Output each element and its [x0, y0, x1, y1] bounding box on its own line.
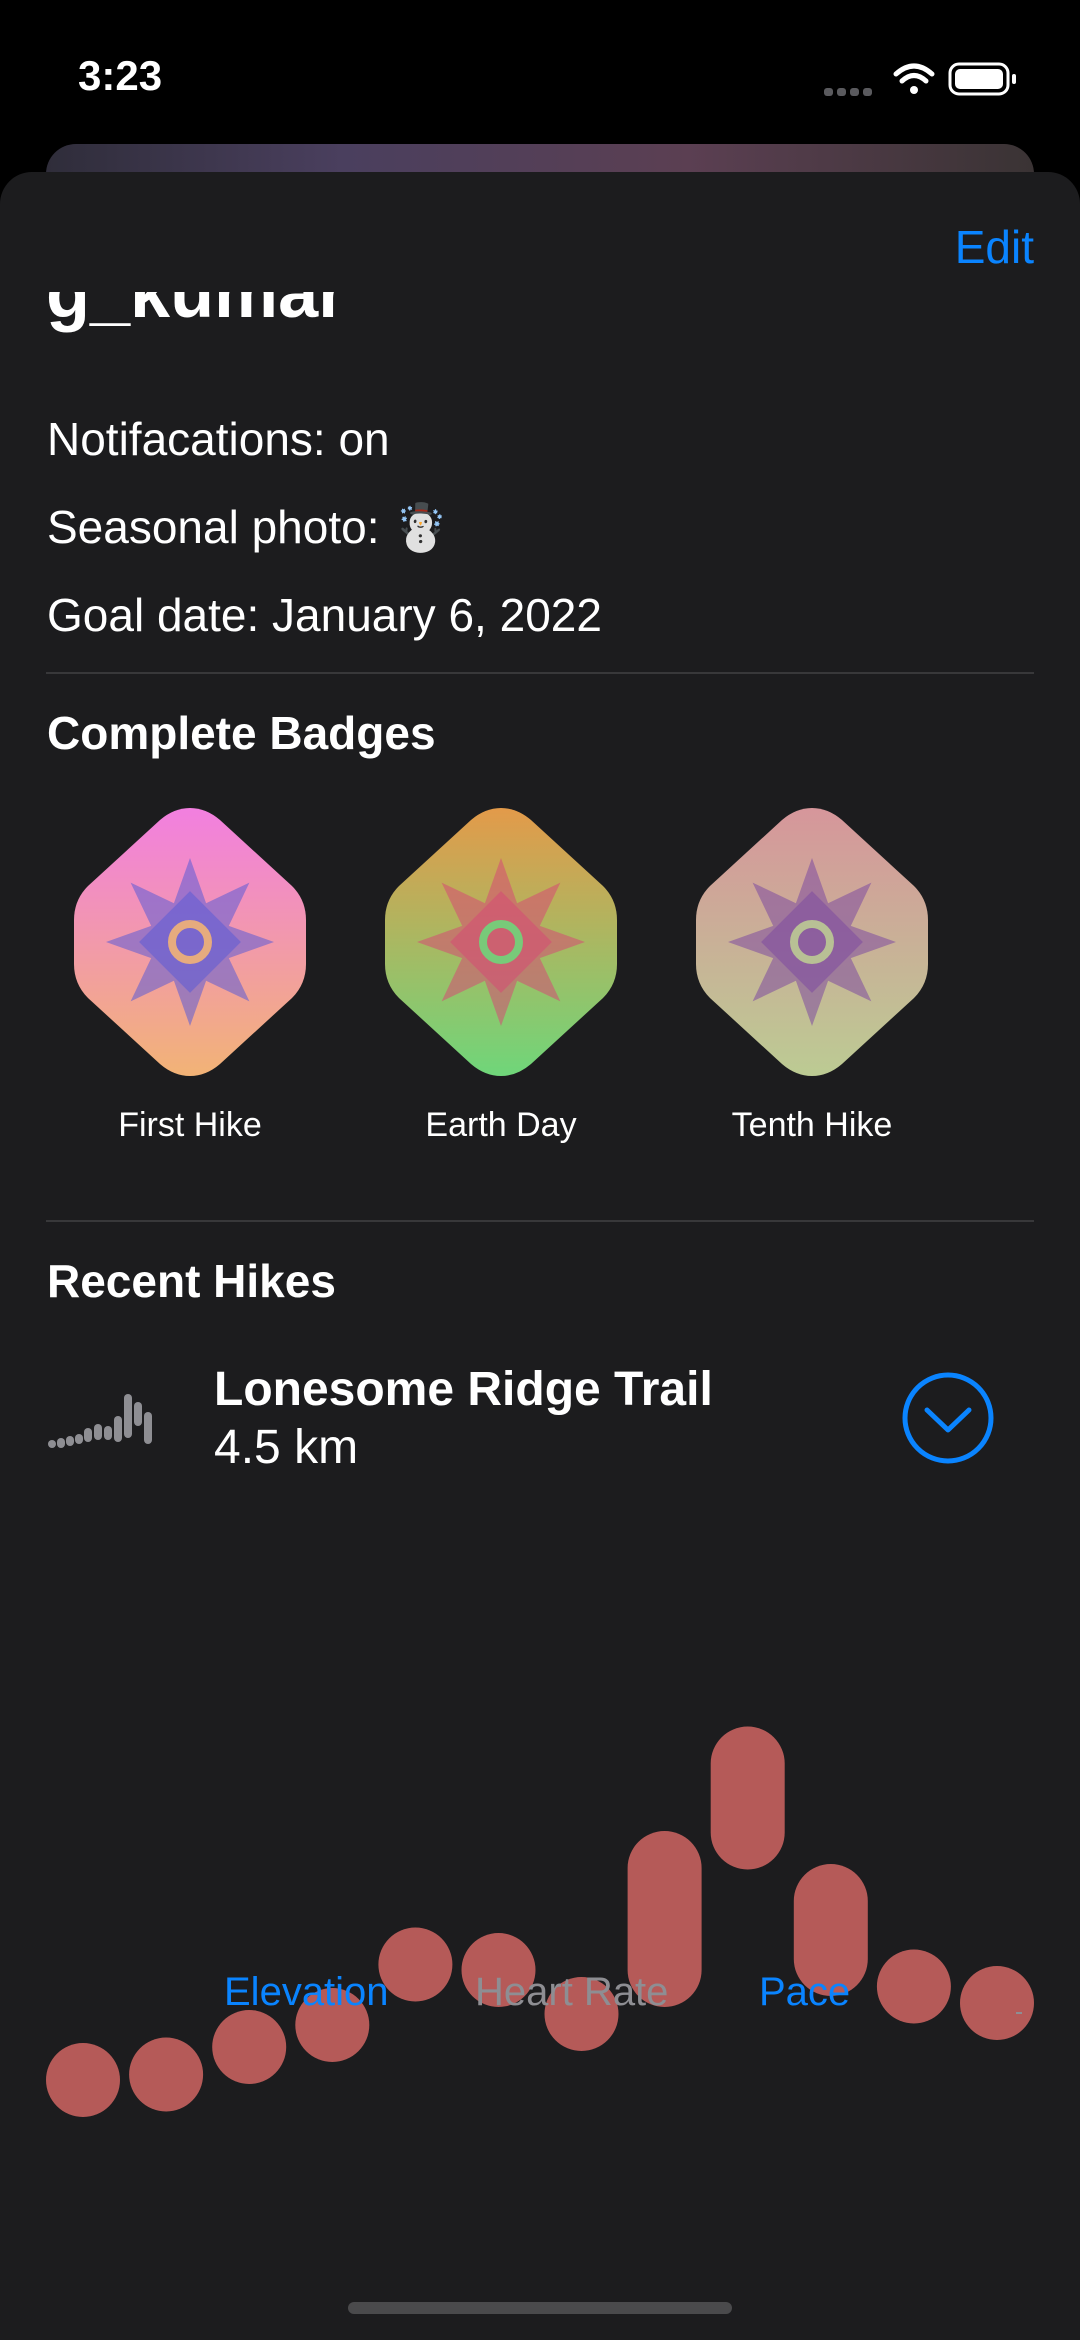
signal-icon [824, 88, 872, 96]
tab-elevation[interactable]: Elevation [224, 1970, 389, 2015]
divider [46, 672, 1034, 674]
hike-name: Lonesome Ridge Trail [214, 1363, 713, 1416]
username-text: g_kumar [46, 292, 347, 333]
badge-tenth-hike[interactable] [692, 804, 932, 1080]
hike-row[interactable]: Lonesome Ridge Trail 4.5 km [46, 1362, 1034, 1512]
badges-title: Complete Badges [47, 707, 436, 759]
badge-label-tenth-hike: Tenth Hike [731, 1106, 893, 1144]
hike-sparkline-icon [48, 1394, 152, 1448]
badge-label-earth-day: Earth Day [425, 1106, 577, 1144]
recent-hikes-title: Recent Hikes [47, 1255, 336, 1307]
battery-icon [948, 62, 1016, 96]
badge-first-hike[interactable] [70, 804, 310, 1080]
badge-earth-day[interactable] [381, 804, 621, 1080]
graph-tabs: Elevation Heart Rate Pace [0, 1970, 1080, 2040]
home-indicator[interactable] [348, 2302, 732, 2314]
chart-bar [129, 2037, 204, 2112]
status-icons [824, 62, 1016, 96]
goal-date-setting: Goal date: January 6, 2022 [47, 589, 602, 641]
notifications-setting: Notifacations: on [47, 413, 390, 465]
status-time: 3:23 [78, 52, 163, 99]
chart-bar [710, 1726, 785, 1870]
edit-button[interactable]: Edit [955, 220, 1034, 274]
divider [46, 1220, 1034, 1222]
username-heading: g_kumar [46, 292, 346, 350]
tab-heart-rate[interactable]: Heart Rate [475, 1970, 668, 2015]
wifi-icon [893, 63, 935, 94]
expand-chevron-icon[interactable] [902, 1372, 994, 1464]
seasonal-photo-setting: Seasonal photo: ☃️ [47, 501, 450, 553]
chart-bar [46, 2043, 120, 2117]
status-bar: 3:23 [0, 0, 1080, 150]
badge-label-first-hike: First Hike [118, 1106, 262, 1144]
hike-distance: 4.5 km [214, 1421, 359, 1474]
tab-pace[interactable]: Pace [759, 1970, 850, 2015]
divider [1016, 2012, 1022, 2014]
